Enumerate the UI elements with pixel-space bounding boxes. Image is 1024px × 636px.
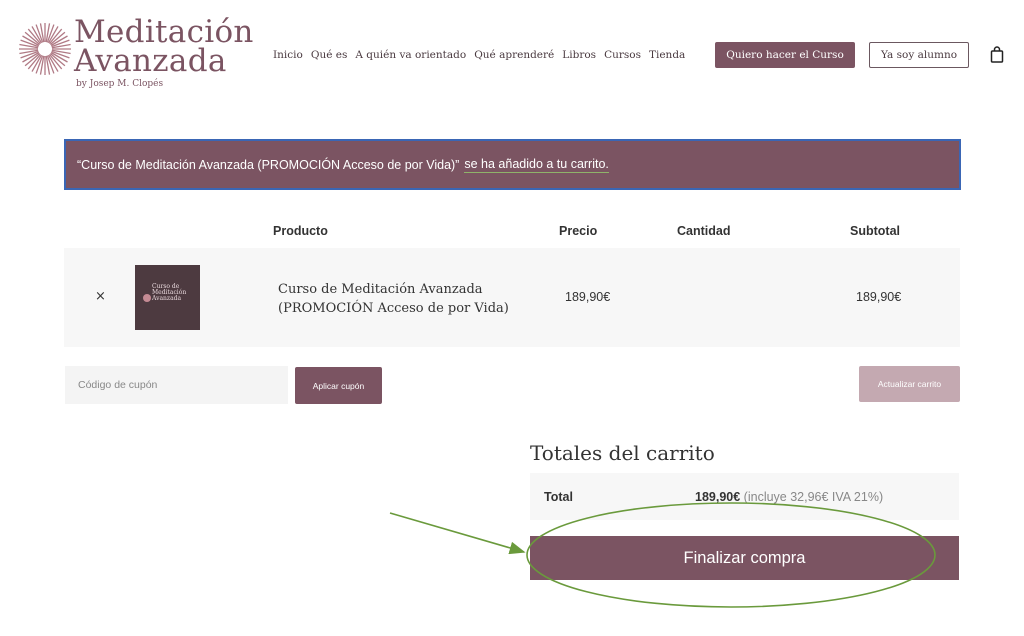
coupon-code-input[interactable]: Código de cupón [65, 366, 288, 404]
cart-totals-title: Totales del carrito [530, 441, 715, 465]
main-nav: Inicio Qué es A quién va orientado Qué a… [273, 49, 693, 61]
site-logo[interactable]: Meditación Avanzada by Josep M. Clopés [18, 17, 253, 93]
nav-item-inicio[interactable]: Inicio [273, 49, 303, 61]
apply-coupon-button[interactable]: Aplicar cupón [295, 367, 382, 404]
item-price: 189,90€ [565, 290, 611, 304]
notice-text: “Curso de Meditación Avanzada (PROMOCIÓN… [77, 157, 460, 172]
shopping-bag-icon[interactable] [990, 46, 1004, 63]
update-cart-button[interactable]: Actualizar carrito [859, 366, 960, 402]
total-tax-note: (incluye 32,96€ IVA 21%) [743, 490, 884, 504]
notice-cart-link[interactable]: se ha añadido a tu carrito. [464, 157, 609, 173]
nav-item-que-es[interactable]: Qué es [311, 49, 348, 61]
item-subtotal: 189,90€ [856, 290, 902, 304]
nav-item-cursos[interactable]: Cursos [604, 49, 641, 61]
cart-added-notice: “Curso de Meditación Avanzada (PROMOCIÓN… [64, 139, 961, 190]
ya-soy-alumno-button[interactable]: Ya soy alumno [869, 42, 969, 68]
total-label: Total [544, 490, 573, 504]
nav-item-que-aprendere[interactable]: Qué aprenderé [474, 49, 554, 61]
nav-item-a-quien[interactable]: A quién va orientado [355, 49, 466, 61]
total-amount: 189,90€ [695, 490, 741, 504]
logo-title: Meditación Avanzada [74, 14, 254, 79]
nav-item-tienda[interactable]: Tienda [649, 49, 685, 61]
checkout-button[interactable]: Finalizar compra [530, 536, 959, 580]
logo-byline: by Josep M. Clopés [76, 79, 164, 89]
header-product: Producto [273, 224, 328, 238]
remove-item-button[interactable]: × [95, 289, 106, 304]
product-thumbnail[interactable]: Curso de Meditación Avanzada [135, 265, 200, 330]
sunburst-logo-icon [19, 23, 71, 75]
header-price: Precio [559, 224, 598, 238]
header-quantity: Cantidad [677, 224, 731, 238]
total-value: 189,90€ (incluye 32,96€ IVA 21%) [695, 490, 883, 504]
annotation-arrow [389, 512, 526, 555]
header-subtotal: Subtotal [850, 224, 900, 238]
quiero-hacer-curso-button[interactable]: Quiero hacer el Curso [715, 42, 855, 68]
nav-item-libros[interactable]: Libros [562, 49, 596, 61]
thumbnail-logo-icon [143, 294, 151, 302]
thumbnail-text: Curso de Meditación Avanzada [152, 283, 187, 302]
product-name-link[interactable]: Curso de Meditación Avanzada (PROMOCIÓN … [278, 280, 509, 318]
